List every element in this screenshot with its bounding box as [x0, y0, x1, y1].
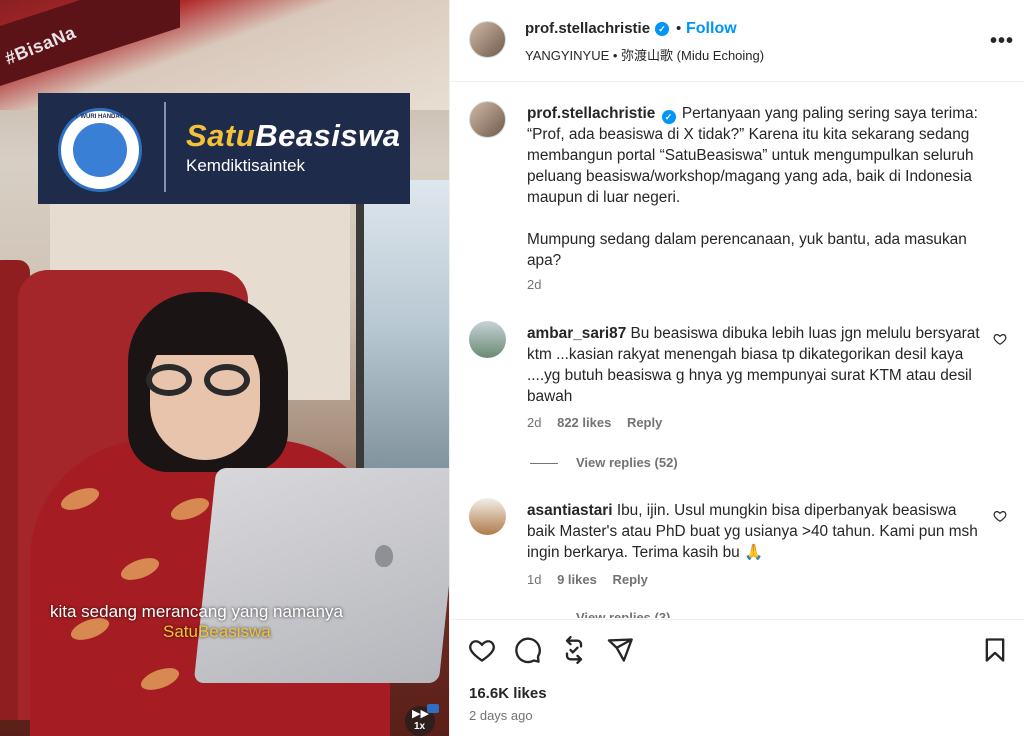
audio-track[interactable]: YANGYINYUE • 弥渡山歌 (Midu Echoing): [525, 45, 764, 64]
post-likes-count[interactable]: 16.6K likes: [469, 685, 547, 702]
post-actions: 16.6K likes 2 days ago: [450, 619, 1024, 736]
train-window: [356, 180, 449, 480]
logo-divider: [164, 102, 166, 192]
comment-like-heart-icon[interactable]: [993, 509, 1007, 523]
share-icon[interactable]: [606, 636, 634, 664]
subtitle-line-1: kita sedang merancang yang namanya: [50, 602, 343, 621]
follow-button[interactable]: Follow: [686, 20, 737, 38]
caption-age[interactable]: 2d: [527, 277, 541, 292]
comment-age[interactable]: 1d: [527, 572, 541, 587]
dress-pattern: [168, 493, 212, 525]
glasses: [146, 364, 254, 398]
subtitle-line-2: SatuBeasiswa: [163, 622, 271, 641]
speed-badge: [427, 704, 439, 713]
view-replies-label: View replies (52): [576, 455, 678, 470]
replies-line: [530, 463, 558, 465]
dress-pattern: [138, 663, 182, 695]
comment-reply-button[interactable]: Reply: [627, 415, 662, 430]
post-panel: prof.stellachristie ✓ • Follow YANGYINYU…: [449, 0, 1024, 736]
caption-meta: 2d: [527, 277, 553, 292]
comment-username[interactable]: asantiastari: [527, 502, 613, 519]
comment-username[interactable]: ambar_sari87: [527, 325, 626, 342]
person-bangs: [140, 300, 270, 355]
commenter-avatar[interactable]: [469, 321, 506, 358]
apple-logo-icon: [375, 545, 393, 567]
video-player[interactable]: #BisaNa TUT WURI HANDAYANI SatuBeasiswa …: [0, 0, 449, 736]
comment-age[interactable]: 2d: [527, 415, 541, 430]
logo-title: SatuBeasiswa: [186, 118, 401, 154]
view-replies-label: View replies (3): [576, 610, 671, 618]
logo-subtitle: Kemdiktisaintek: [186, 156, 306, 175]
caption-paragraph-2: Mumpung sedang dalam perencanaan, yuk ba…: [527, 231, 967, 269]
author-username[interactable]: prof.stellachristie: [525, 20, 650, 37]
verified-badge-icon: ✓: [661, 110, 676, 124]
save-icon[interactable]: [981, 636, 1009, 664]
caption-avatar[interactable]: [469, 101, 506, 138]
comment-meta: 1d 9 likes Reply: [527, 572, 660, 587]
more-options-icon[interactable]: •••: [990, 30, 1014, 53]
comment-text: asantiastari Ibu, ijin. Usul mungkin bis…: [527, 500, 987, 563]
comment-meta: 2d 822 likes Reply: [527, 415, 674, 430]
comments-list[interactable]: prof.stellachristie ✓ Pertanyaan yang pa…: [450, 83, 1024, 618]
caption-username[interactable]: prof.stellachristie: [527, 105, 655, 122]
comment-like-heart-icon[interactable]: [993, 332, 1007, 346]
author-avatar[interactable]: [469, 21, 506, 58]
view-replies-button[interactable]: View replies (52): [530, 455, 678, 470]
header-separator: •: [676, 20, 682, 37]
logo-title-satu: Satu: [186, 118, 256, 153]
verified-badge-icon: ✓: [655, 22, 669, 36]
tut-wuri-handayani-emblem-icon: TUT WURI HANDAYANI: [58, 108, 142, 192]
repost-icon[interactable]: [560, 636, 588, 664]
comment-icon[interactable]: [514, 636, 542, 664]
dress-pattern: [118, 553, 162, 585]
dress-pattern: [58, 483, 102, 515]
comment-likes[interactable]: 822 likes: [557, 415, 611, 430]
logo-title-beasiswa: Beasiswa: [255, 118, 401, 153]
heart-icon[interactable]: [468, 636, 496, 664]
view-replies-button[interactable]: View replies (3): [530, 610, 670, 618]
caption-text: prof.stellachristie ✓ Pertanyaan yang pa…: [527, 103, 987, 271]
comment-text: ambar_sari87 Bu beasiswa dibuka lebih lu…: [527, 323, 987, 407]
post-date[interactable]: 2 days ago: [469, 708, 533, 723]
comment-likes[interactable]: 9 likes: [557, 572, 597, 587]
playback-speed-label: 1x: [414, 721, 426, 732]
laptop: [193, 468, 449, 683]
post-header: prof.stellachristie ✓ • Follow YANGYINYU…: [450, 0, 1024, 82]
comment-reply-button[interactable]: Reply: [612, 572, 647, 587]
commenter-avatar[interactable]: [469, 498, 506, 535]
